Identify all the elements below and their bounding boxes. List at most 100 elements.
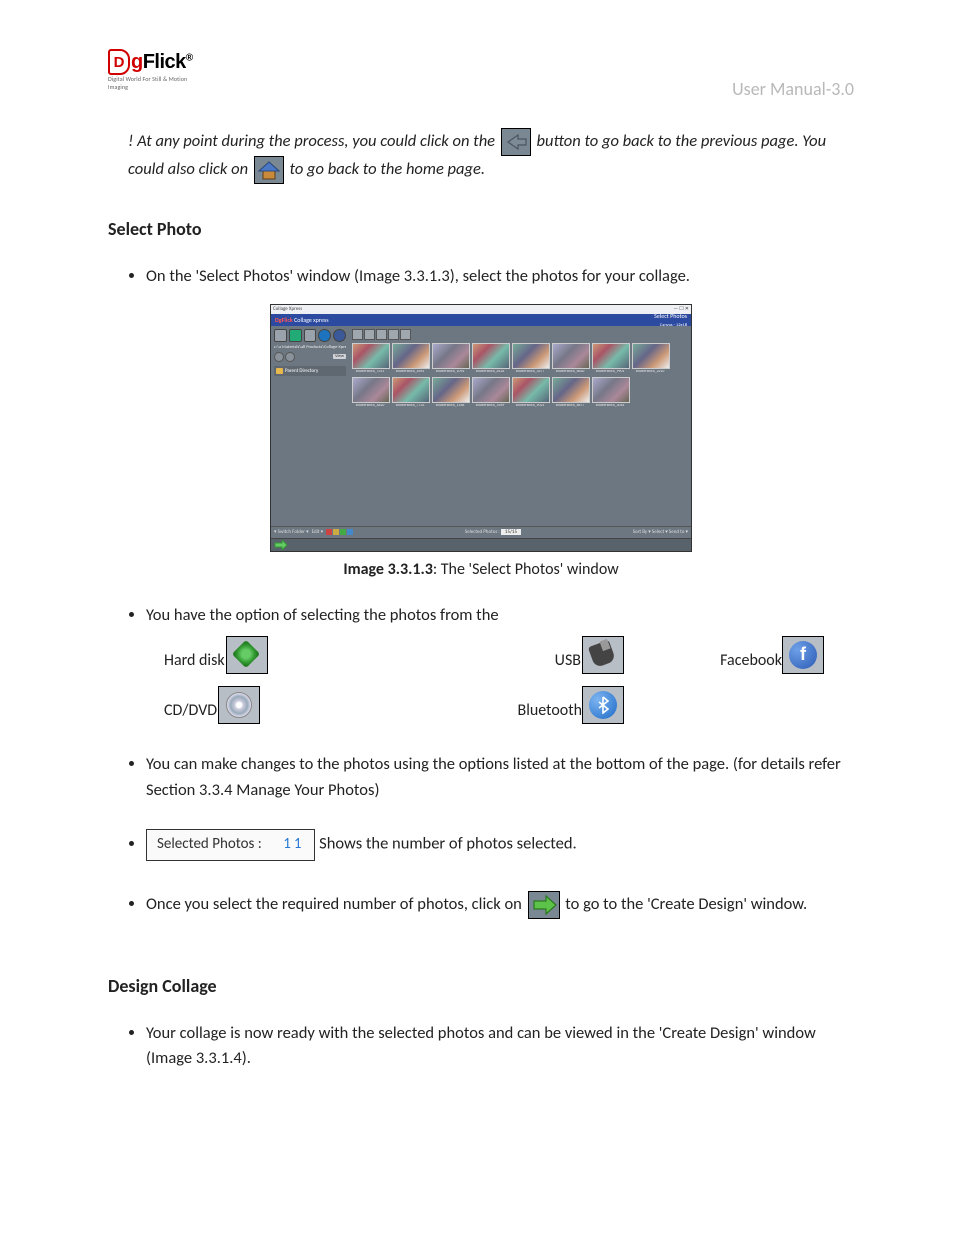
thumbnail: shutterstock_4820 <box>352 377 388 408</box>
option-cd-dvd: CD/DVD <box>164 686 384 724</box>
home-icon <box>254 156 284 184</box>
design-collage-heading: Design Collage <box>108 975 854 997</box>
ss-status-bar: ▾ Switch Folder ▾ Edit ▾ Selected Photos… <box>271 526 691 538</box>
bullet-proceed: Once you select the required number of p… <box>146 891 854 919</box>
ss-view-btn: View <box>333 354 346 359</box>
thumbnail-image <box>432 377 470 403</box>
bullet-changes: You can make changes to the photos using… <box>146 752 854 803</box>
thumbnail-caption: shutterstock_2210 <box>632 370 668 374</box>
ss-selected-label: Selected Photos : <box>465 529 500 535</box>
ss-forward-arrow-icon <box>274 540 288 550</box>
ss-tool-icon <box>376 329 387 340</box>
tip-paragraph: ! At any point during the process, you c… <box>128 128 854 184</box>
ss-nav-fwd-icon <box>285 352 295 362</box>
thumbnail-image <box>432 343 470 369</box>
thumbnail-caption: shutterstock_1188 <box>432 404 468 408</box>
selected-photos-desc: Shows the number of photos selected. <box>315 834 576 854</box>
ss-parent-folder: Parent Directory <box>274 366 346 376</box>
tip-text-3: to go back to the home page. <box>290 159 486 179</box>
thumbnail: shutterstock_2210 <box>632 343 668 374</box>
thumbnail-image <box>392 377 430 403</box>
thumbnail-caption: shutterstock_4561 <box>392 370 428 374</box>
thumbnail-image <box>552 343 590 369</box>
figure-caption: Image 3.3.1.3: The 'Select Photos' windo… <box>108 560 854 579</box>
selected-photos-count: 11 <box>283 835 304 853</box>
ss-bt-icon <box>318 329 331 342</box>
hard-disk-icon <box>226 636 268 674</box>
logo-text: gFlick® <box>131 51 193 74</box>
thumbnail-image <box>472 377 510 403</box>
thumbnail-image <box>512 343 550 369</box>
ss-menubar: DgFlick Collage xpress Select Photos Can… <box>271 314 691 326</box>
ss-tool-icon <box>388 329 399 340</box>
thumbnail-caption: shutterstock_8124 <box>472 370 508 374</box>
thumbnail: shutterstock_3377 <box>512 343 548 374</box>
proceed-text-b: to go to the 'Create Design' window. <box>565 894 807 914</box>
facebook-icon: f <box>782 636 824 674</box>
thumbnail: shutterstock_4561 <box>392 343 428 374</box>
thumbnail-image <box>472 343 510 369</box>
thumbnail: shutterstock_9021 <box>512 377 548 408</box>
ss-cd-icon <box>289 329 302 342</box>
thumbnail-image <box>632 343 670 369</box>
thumbnail: shutterstock_7311 <box>352 343 388 374</box>
ss-fb-icon <box>333 329 346 342</box>
cd-dvd-label: CD/DVD <box>164 699 217 724</box>
thumbnail-caption: shutterstock_9901 <box>592 370 628 374</box>
ss-main: shutterstock_7311shutterstock_4561shutte… <box>349 326 691 526</box>
usb-icon <box>582 636 624 674</box>
ss-titlebar: Collage Xpress — ☐ ✕ <box>271 305 691 314</box>
brand-logo: gFlick® Digital World For Still & Motion… <box>108 50 208 91</box>
select-photo-heading: Select Photo <box>108 218 854 240</box>
thumbnail-image <box>352 377 390 403</box>
thumbnail-image <box>392 343 430 369</box>
ss-folder-label: Parent Directory <box>285 368 318 374</box>
ss-header-right: Select Photos <box>654 312 687 320</box>
thumbnail: shutterstock_6677 <box>552 377 588 408</box>
thumbnail-caption: shutterstock_5569 <box>472 404 508 408</box>
thumbnail-image <box>552 377 590 403</box>
bullet-selected-count: Selected Photos : 11 Shows the number of… <box>146 829 854 860</box>
ss-progress-bar <box>271 538 691 551</box>
option-hard-disk: Hard disk <box>164 636 384 674</box>
thumbnail-caption: shutterstock_3377 <box>512 370 548 374</box>
ss-sortby: Sort By <box>633 529 647 535</box>
selected-photos-label: Selected Photos : <box>157 835 262 853</box>
tip-text-1: ! At any point during the process, you c… <box>128 131 499 151</box>
ss-sidebar: c:\a Materials\all Products\Collage Xpre… <box>271 326 349 526</box>
ss-tool-icon <box>364 329 375 340</box>
ss-subbrand: Collage xpress <box>294 316 329 324</box>
back-arrow-icon <box>501 128 531 156</box>
page-title: User Manual-3.0 <box>732 78 854 100</box>
thumbnail-caption: shutterstock_9021 <box>512 404 548 408</box>
cd-dvd-icon <box>218 686 260 724</box>
thumbnail-caption: shutterstock_6620 <box>552 370 588 374</box>
ss-sendto: Send to <box>669 529 684 535</box>
option-usb: USB <box>384 636 624 674</box>
ss-edit-label: Edit <box>312 529 320 535</box>
usb-label: USB <box>555 649 581 674</box>
ss-selected-val: 15/15 <box>501 529 521 535</box>
bullet-sources-text: You have the option of selecting the pho… <box>146 605 499 625</box>
logo-d-icon <box>108 49 130 75</box>
ss-tool-icon <box>352 329 363 340</box>
thumbnail-image <box>352 343 390 369</box>
option-facebook: Facebook f <box>624 636 824 674</box>
thumbnail-caption: shutterstock_1092 <box>432 370 468 374</box>
ss-hdd-icon <box>274 329 287 342</box>
thumbnail-caption: shutterstock_7733 <box>392 404 428 408</box>
ss-nav-back-icon <box>274 352 284 362</box>
thumbnail: shutterstock_6620 <box>552 343 588 374</box>
ss-brand: DgFlick <box>275 316 293 324</box>
thumbnail: shutterstock_5569 <box>472 377 508 408</box>
thumbnail-image <box>592 377 630 403</box>
caption-label: Image 3.3.1.3 <box>343 560 433 579</box>
forward-arrow-icon <box>528 891 560 919</box>
bullet-select-window: On the 'Select Photos' window (Image 3.3… <box>146 264 854 290</box>
thumbnail-caption: shutterstock_4820 <box>352 404 388 408</box>
ss-usb-icon <box>304 329 317 342</box>
thumbnail-caption: shutterstock_7311 <box>352 370 388 374</box>
thumbnail: shutterstock_3044 <box>592 377 628 408</box>
option-bluetooth: Bluetooth <box>384 686 624 724</box>
ss-window-title: Collage Xpress <box>273 306 302 312</box>
